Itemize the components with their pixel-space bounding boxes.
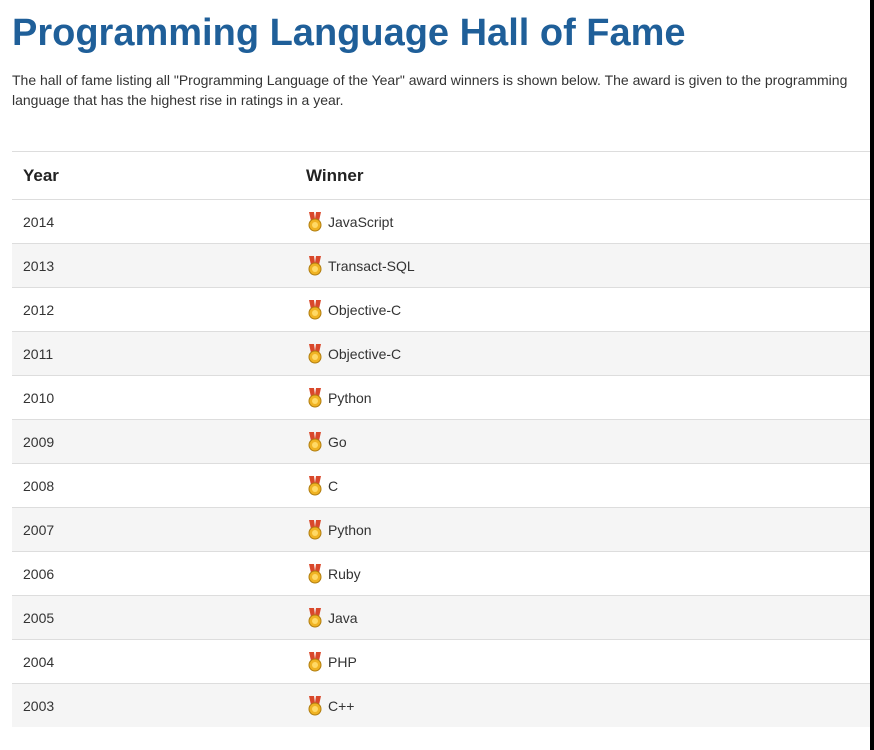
year-column-header: Year xyxy=(12,151,295,200)
winner-name: Python xyxy=(328,389,372,406)
winner-entry: Python xyxy=(306,508,870,551)
winner-entry: Python xyxy=(306,376,870,419)
winner-entry: Go xyxy=(306,420,870,463)
winner-entry: C xyxy=(306,464,870,507)
winner-name: Objective-C xyxy=(328,345,402,362)
year-cell: 2014 xyxy=(12,199,295,244)
year-cell: 2007 xyxy=(12,507,295,552)
table-row: 2005 Java xyxy=(12,595,870,640)
winner-name: Python xyxy=(328,521,372,538)
winner-cell: Transact-SQL xyxy=(295,243,870,288)
winner-name: Java xyxy=(328,609,358,626)
winner-name: Transact-SQL xyxy=(328,257,415,274)
year-cell: 2013 xyxy=(12,243,295,288)
winner-entry: JavaScript xyxy=(306,200,870,243)
table-body: 2014 JavaScript 2013 Transact-SQL 2012 Object… xyxy=(12,199,870,727)
winner-name: Ruby xyxy=(328,565,361,582)
medal-icon xyxy=(308,431,322,451)
winner-entry: Objective-C xyxy=(306,332,870,375)
medal-icon xyxy=(308,519,322,539)
winner-cell: PHP xyxy=(295,639,870,684)
winner-entry: Java xyxy=(306,596,870,639)
table-row: 2008 C xyxy=(12,463,870,508)
intro-text-line-1: The hall of fame listing all "Programmin… xyxy=(12,72,848,88)
table-row: 2012 Objective-C xyxy=(12,287,870,332)
winner-name: PHP xyxy=(328,653,357,670)
window-edge xyxy=(870,0,874,750)
table-row: 2013 Transact-SQL xyxy=(12,243,870,288)
winner-entry: C++ xyxy=(306,684,870,727)
winner-column-header: Winner xyxy=(295,151,870,200)
table-row: 2010 Python xyxy=(12,375,870,420)
winner-entry: Objective-C xyxy=(306,288,870,331)
hall-of-fame-table: Year Winner 2014 JavaScript 2013 Transact-S… xyxy=(12,151,870,727)
winner-cell: Python xyxy=(295,507,870,552)
year-cell: 2005 xyxy=(12,595,295,640)
winner-cell: C++ xyxy=(295,683,870,727)
intro-text: The hall of fame listing all "Programmin… xyxy=(12,70,870,110)
winner-name: Go xyxy=(328,433,347,450)
winner-cell: Objective-C xyxy=(295,287,870,332)
medal-icon xyxy=(308,607,322,627)
medal-icon xyxy=(308,475,322,495)
year-cell: 2011 xyxy=(12,331,295,376)
page-title: Programming Language Hall of Fame xyxy=(12,12,686,54)
table-header-row: Year Winner xyxy=(12,151,870,200)
winner-name: C xyxy=(328,477,339,494)
table-row: 2014 JavaScript xyxy=(12,199,870,244)
medal-icon xyxy=(308,563,322,583)
table-row: 2007 Python xyxy=(12,507,870,552)
winner-cell: Python xyxy=(295,375,870,420)
table-row: 2003 C++ xyxy=(12,683,870,727)
winner-cell: Ruby xyxy=(295,551,870,596)
year-cell: 2006 xyxy=(12,551,295,596)
winner-entry: Ruby xyxy=(306,552,870,595)
winner-cell: Objective-C xyxy=(295,331,870,376)
table-row: 2011 Objective-C xyxy=(12,331,870,376)
year-cell: 2003 xyxy=(12,683,295,727)
winner-entry: PHP xyxy=(306,640,870,683)
medal-icon xyxy=(308,695,322,715)
medal-icon xyxy=(308,299,322,319)
table-row: 2004 PHP xyxy=(12,639,870,684)
winner-name: JavaScript xyxy=(328,213,394,230)
year-cell: 2004 xyxy=(12,639,295,684)
winner-cell: Go xyxy=(295,419,870,464)
medal-icon xyxy=(308,255,322,275)
year-cell: 2012 xyxy=(12,287,295,332)
intro-text-line-2: language that has the highest rise in ra… xyxy=(12,92,344,108)
winner-name: Objective-C xyxy=(328,301,402,318)
winner-name: C++ xyxy=(328,697,355,714)
medal-icon xyxy=(308,343,322,363)
medal-icon xyxy=(308,211,322,231)
winner-entry: Transact-SQL xyxy=(306,244,870,287)
winner-cell: Java xyxy=(295,595,870,640)
year-cell: 2010 xyxy=(12,375,295,420)
table-row: 2006 Ruby xyxy=(12,551,870,596)
winner-cell: JavaScript xyxy=(295,199,870,244)
medal-icon xyxy=(308,387,322,407)
year-cell: 2008 xyxy=(12,463,295,508)
winner-cell: C xyxy=(295,463,870,508)
table-row: 2009 Go xyxy=(12,419,870,464)
medal-icon xyxy=(308,651,322,671)
page: Programming Language Hall of Fame The ha… xyxy=(0,0,870,750)
year-cell: 2009 xyxy=(12,419,295,464)
